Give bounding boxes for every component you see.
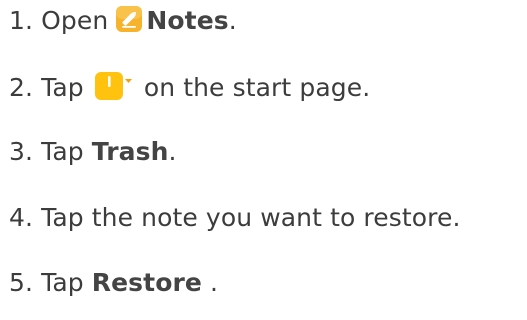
step-2: 2. Tap on the start page.: [9, 71, 370, 104]
step-3: 3. Tap Trash.: [9, 136, 177, 168]
step-number: 5.: [9, 268, 34, 297]
step-punct: .: [228, 6, 237, 35]
step-text-after: on the start page.: [143, 73, 371, 102]
notes-app-icon: [116, 6, 143, 32]
step-1: 1. Open Notes.: [9, 5, 237, 37]
step-text: Tap: [41, 268, 84, 297]
trash-label: Trash: [91, 137, 169, 166]
step-text: Open: [41, 6, 109, 35]
step-punct: .: [168, 137, 177, 166]
step-number: 1.: [9, 6, 34, 35]
notes-app-name: Notes: [146, 6, 229, 35]
step-4: 4. Tap the note you want to restore.: [9, 202, 461, 234]
step-text: Tap: [41, 137, 84, 166]
new-note-dropdown-icon: [94, 72, 132, 100]
step-5: 5. Tap Restore .: [9, 267, 218, 299]
step-number: 2.: [9, 73, 34, 102]
step-number: 4.: [9, 203, 34, 232]
step-punct: .: [201, 268, 219, 297]
step-text: Tap: [41, 73, 84, 102]
step-number: 3.: [9, 137, 34, 166]
step-text: Tap the note you want to restore.: [41, 203, 461, 232]
restore-label: Restore: [91, 268, 202, 297]
